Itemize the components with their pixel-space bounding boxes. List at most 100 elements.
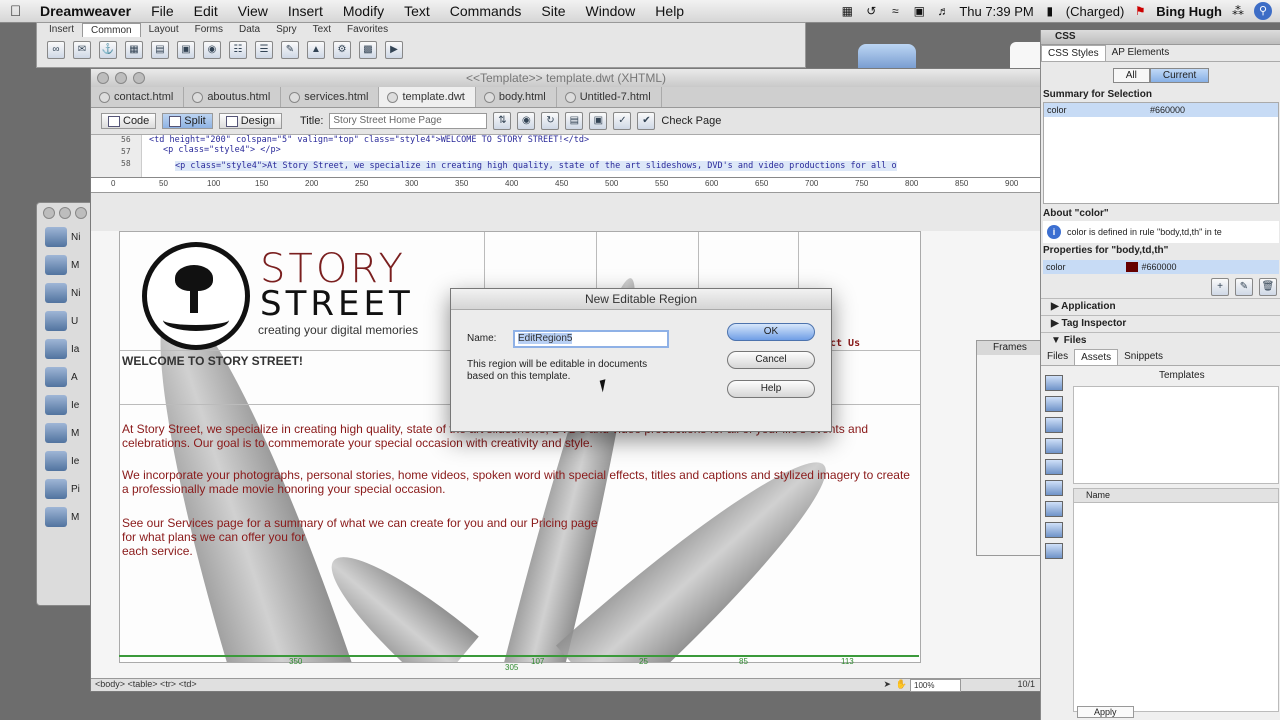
property-row[interactable]: color #660000 [1043, 260, 1279, 274]
delete-rule-icon[interactable]: 🗑 [1259, 278, 1277, 296]
menu-text[interactable]: Text [394, 3, 440, 19]
column-width-label[interactable]: 113 [841, 657, 854, 666]
application-panel-header[interactable]: ▶ Application [1041, 298, 1280, 315]
title-input[interactable]: Story Street Home Page [329, 113, 488, 129]
apply-button[interactable]: Apply [1077, 706, 1134, 718]
paragraph-pricing-line3[interactable]: each service. [122, 544, 912, 558]
color-swatch[interactable] [1125, 262, 1138, 272]
summary-row[interactable]: color #660000 [1044, 103, 1278, 117]
tab-ap-elements[interactable]: AP Elements [1106, 45, 1176, 61]
file-management-icon[interactable]: ⇅ [493, 112, 512, 130]
validate-markup-icon[interactable]: ✓ [613, 112, 632, 130]
cancel-button[interactable]: Cancel [727, 351, 815, 369]
server-side-include-icon[interactable]: ☰ [255, 41, 273, 59]
check-page-button[interactable]: Check Page [661, 115, 721, 127]
name-column-header[interactable]: Name [1074, 489, 1278, 503]
tab-css-styles[interactable]: CSS Styles [1041, 45, 1106, 61]
insert-tab-common[interactable]: Common [82, 23, 141, 37]
column-width-label[interactable]: 107 [531, 657, 544, 666]
menu-app-name[interactable]: Dreamweaver [32, 3, 141, 19]
named-anchor-icon[interactable]: ⚓ [99, 41, 117, 59]
view-options-icon[interactable]: ▤ [565, 112, 584, 130]
images-category-icon[interactable] [1045, 375, 1063, 391]
design-view-button[interactable]: Design [218, 113, 282, 129]
flash-category-icon[interactable] [1045, 438, 1063, 454]
wifi-icon[interactable]: ≈ [887, 4, 903, 18]
check-page-icon[interactable]: ✔ [637, 112, 656, 130]
templates-list[interactable]: Name [1073, 488, 1279, 712]
menu-commands[interactable]: Commands [440, 3, 532, 19]
hyperlink-icon[interactable]: ∞ [47, 41, 65, 59]
menu-edit[interactable]: Edit [184, 3, 228, 19]
property-value[interactable]: #660000 [1142, 262, 1177, 272]
insert-tab-text[interactable]: Text [305, 23, 339, 37]
name-input[interactable]: EditRegion5 [513, 330, 669, 348]
all-mode-button[interactable]: All [1112, 68, 1150, 83]
close-tab-icon[interactable] [289, 91, 301, 103]
insert-tab-layout[interactable]: Layout [141, 23, 187, 37]
column-width-label[interactable]: 25 [639, 657, 648, 666]
current-mode-button[interactable]: Current [1149, 68, 1210, 83]
frames-panel-title[interactable]: Frames [977, 341, 1041, 355]
calendar-icon[interactable]: ▦ [839, 4, 855, 18]
code-view-button[interactable]: Code [101, 113, 157, 129]
minimize-button[interactable] [115, 72, 127, 84]
insert-tab-data[interactable]: Data [231, 23, 268, 37]
hand-tool-icon[interactable]: ✋ [896, 679, 907, 690]
colors-category-icon[interactable] [1045, 396, 1063, 412]
paragraph-pricing-line1[interactable]: See our Services page for a summary of w… [122, 516, 912, 530]
minimize-button[interactable] [59, 207, 71, 219]
media-icon[interactable]: ◉ [203, 41, 221, 59]
tag-inspector-panel-header[interactable]: ▶ Tag Inspector [1041, 315, 1280, 332]
edit-rule-icon[interactable]: ✎ [1235, 278, 1253, 296]
nav-contact-link[interactable]: ct Us [830, 338, 860, 349]
templates-category-icon[interactable] [1045, 522, 1063, 538]
menu-view[interactable]: View [228, 3, 278, 19]
css-panel-header[interactable]: CSS [1041, 30, 1280, 45]
refresh-icon[interactable]: ↻ [541, 112, 560, 130]
sync-icon[interactable]: ↺ [863, 4, 879, 18]
menu-insert[interactable]: Insert [278, 3, 333, 19]
tab-snippets[interactable]: Snippets [1118, 349, 1169, 365]
window-size[interactable]: 10/1 [1017, 679, 1035, 689]
select-tool-icon[interactable]: ➤ [883, 679, 891, 690]
close-tab-icon[interactable] [483, 91, 495, 103]
library-category-icon[interactable] [1045, 543, 1063, 559]
tab-services[interactable]: services.html [281, 87, 380, 107]
files-panel-header[interactable]: ▼ Files [1041, 332, 1280, 349]
paragraph-pricing-line2[interactable]: for what plans we can offer you for [122, 530, 912, 544]
user-name[interactable]: Bing Hugh [1156, 4, 1222, 19]
new-rule-icon[interactable]: + [1211, 278, 1229, 296]
head-icon[interactable]: ▲ [307, 41, 325, 59]
date-icon[interactable]: ☷ [229, 41, 247, 59]
menu-file[interactable]: File [141, 3, 184, 19]
comment-icon[interactable]: ✎ [281, 41, 299, 59]
code-line[interactable]: <p class="style4"> </p> [163, 145, 281, 155]
menu-site[interactable]: Site [531, 3, 575, 19]
insert-tab-forms[interactable]: Forms [187, 23, 231, 37]
battery-icon[interactable]: ▮ [1042, 4, 1058, 18]
tab-files[interactable]: Files [1041, 349, 1074, 365]
help-button[interactable]: Help [727, 380, 815, 398]
table-icon[interactable]: ▦ [125, 41, 143, 59]
close-tab-icon[interactable] [192, 91, 204, 103]
tab-aboutus[interactable]: aboutus.html [184, 87, 282, 107]
preview-browser-icon[interactable]: ◉ [517, 112, 536, 130]
close-button[interactable] [43, 207, 55, 219]
close-button[interactable] [97, 72, 109, 84]
column-width-label[interactable]: 350 [289, 657, 302, 666]
email-link-icon[interactable]: ✉ [73, 41, 91, 59]
tab-body[interactable]: body.html [476, 87, 557, 107]
welcome-heading[interactable]: WELCOME TO STORY STREET! [122, 354, 303, 368]
zoom-button[interactable] [75, 207, 87, 219]
column-width-label[interactable]: 85 [739, 657, 748, 666]
tab-contact[interactable]: contact.html [91, 87, 185, 107]
tab-untitled[interactable]: Untitled-7.html [557, 87, 662, 107]
clock[interactable]: Thu 7:39 PM [959, 4, 1033, 19]
script-icon[interactable]: ⚙ [333, 41, 351, 59]
tag-selector[interactable]: <body> <table> <tr> <td> [95, 679, 197, 689]
code-line[interactable]: <td height="200" colspan="5" valign="top… [149, 135, 589, 145]
movies-category-icon[interactable] [1045, 480, 1063, 496]
tag-chooser-icon[interactable]: ▶ [385, 41, 403, 59]
close-tab-icon[interactable] [564, 91, 576, 103]
